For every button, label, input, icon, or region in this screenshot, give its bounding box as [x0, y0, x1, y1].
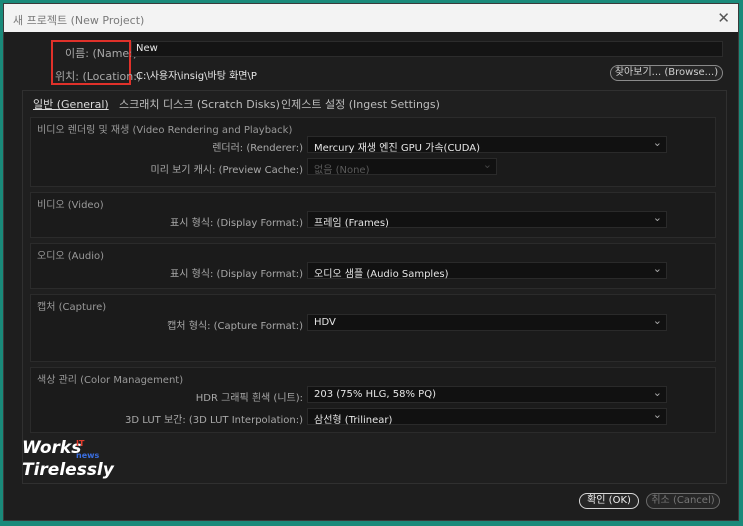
chevron-down-icon: ⌄: [652, 386, 662, 399]
preview-cache-select: 없음 (None) ⌄: [307, 158, 497, 176]
chevron-down-icon: ⌄: [652, 211, 662, 224]
color-management-group: 색상 관리 (Color Management) HDR 그래픽 흰색 (니트)…: [30, 367, 716, 433]
settings-panel: 일반 (General) 스크래치 디스크 (Scratch Disks) 인제…: [22, 90, 727, 484]
title-bar: 새 프로젝트 (New Project) ✕: [4, 4, 738, 32]
tab-ingest-settings[interactable]: 인제스트 설정 (Ingest Settings): [281, 96, 440, 112]
ok-button[interactable]: 확인 (OK): [579, 493, 639, 509]
audio-title: 오디오 (Audio): [37, 251, 105, 262]
name-field[interactable]: New: [131, 41, 723, 57]
capture-group: 캡처 (Capture) 캡처 형식: (Capture Format:) HD…: [30, 294, 716, 362]
video-group: 비디오 (Video) 표시 형식: (Display Format:) 프레임…: [30, 192, 716, 238]
renderer-value: Mercury 재생 엔진 GPU 가속(CUDA): [314, 143, 481, 154]
location-field-value: C:\사용자\insig\바탕 화면\P: [136, 71, 257, 82]
preview-cache-value: 없음 (None): [314, 165, 370, 176]
watermark-it: IT: [76, 439, 85, 448]
audio-group: 오디오 (Audio) 표시 형식: (Display Format:) 오디오…: [30, 243, 716, 289]
location-field[interactable]: C:\사용자\insig\바탕 화면\P: [131, 65, 605, 82]
tab-scratch-disks[interactable]: 스크래치 디스크 (Scratch Disks): [119, 96, 280, 112]
chevron-down-icon: ⌄: [652, 408, 662, 421]
capture-format-label: 캡처 형식: (Capture Format:): [167, 321, 303, 332]
cancel-button[interactable]: 취소 (Cancel): [646, 493, 720, 509]
chevron-down-icon: ⌄: [652, 314, 662, 327]
capture-format-value: HDV: [314, 317, 336, 328]
capture-format-select[interactable]: HDV ⌄: [307, 314, 667, 331]
chevron-down-icon: ⌄: [652, 136, 662, 149]
location-label: 위치: (Location:): [55, 70, 142, 83]
watermark-news: news: [76, 451, 100, 460]
tab-general[interactable]: 일반 (General): [33, 96, 109, 112]
renderer-label: 렌더러: (Renderer:): [212, 143, 303, 154]
color-management-title: 색상 관리 (Color Management): [37, 375, 184, 386]
watermark-tirelessly: Tirelessly: [22, 460, 114, 480]
video-display-format-label: 표시 형식: (Display Format:): [170, 218, 303, 229]
video-rendering-group: 비디오 렌더링 및 재생 (Video Rendering and Playba…: [30, 117, 716, 187]
audio-display-format-label: 표시 형식: (Display Format:): [170, 269, 303, 280]
close-icon[interactable]: ✕: [717, 9, 730, 27]
lut-interpolation-select[interactable]: 삼선형 (Trilinear) ⌄: [307, 408, 667, 426]
window-title: 새 프로젝트 (New Project): [13, 14, 145, 27]
lut-interpolation-value: 삼선형 (Trilinear): [314, 415, 393, 426]
capture-title: 캡처 (Capture): [37, 302, 107, 313]
hdr-white-value: 203 (75% HLG, 58% PQ): [314, 389, 436, 400]
lut-interpolation-label: 3D LUT 보간: (3D LUT Interpolation:): [125, 415, 303, 426]
video-display-format-select[interactable]: 프레임 (Frames) ⌄: [307, 211, 667, 229]
video-display-format-value: 프레임 (Frames): [314, 218, 389, 229]
name-field-value: New: [136, 43, 158, 54]
preview-cache-label: 미리 보기 캐시: (Preview Cache:): [150, 165, 303, 176]
chevron-down-icon: ⌄: [482, 158, 492, 171]
chevron-down-icon: ⌄: [652, 262, 662, 275]
new-project-dialog: 새 프로젝트 (New Project) ✕ 이름: (Name:) New 위…: [3, 3, 739, 521]
renderer-select[interactable]: Mercury 재생 엔진 GPU 가속(CUDA) ⌄: [307, 136, 667, 154]
video-rendering-title: 비디오 렌더링 및 재생 (Video Rendering and Playba…: [37, 125, 293, 136]
hdr-white-select[interactable]: 203 (75% HLG, 58% PQ) ⌄: [307, 386, 667, 403]
watermark-works: Works: [22, 438, 82, 458]
browse-button[interactable]: 찾아보기... (Browse...): [610, 65, 723, 81]
audio-display-format-select[interactable]: 오디오 샘플 (Audio Samples) ⌄: [307, 262, 667, 280]
video-title: 비디오 (Video): [37, 200, 104, 211]
audio-display-format-value: 오디오 샘플 (Audio Samples): [314, 269, 449, 280]
name-label: 이름: (Name:): [65, 47, 138, 60]
hdr-white-label: HDR 그래픽 흰색 (니트):: [195, 393, 303, 404]
